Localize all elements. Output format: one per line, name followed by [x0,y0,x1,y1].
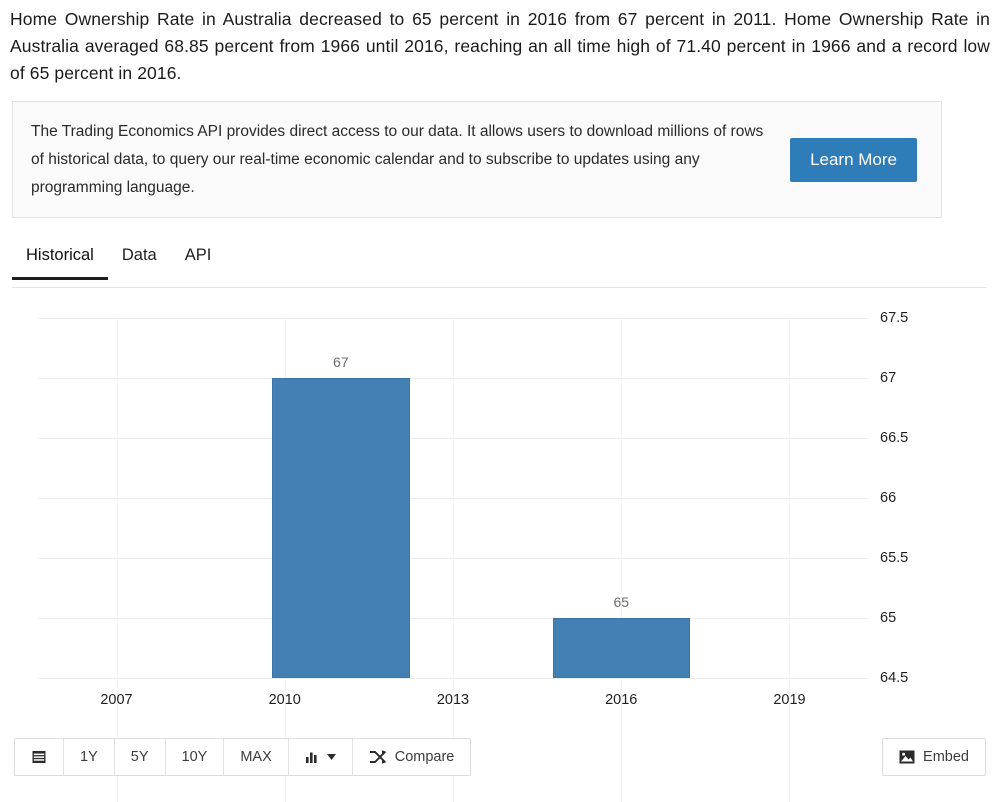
y-tick-label: 65 [880,610,897,626]
x-tick-label: 2007 [100,692,133,708]
range-max-button[interactable]: MAX [224,739,289,775]
x-tick-label: 2019 [773,692,806,708]
y-tick-label: 66.5 [880,430,909,446]
api-promo-text: The Trading Economics API provides direc… [31,122,764,196]
range-5y-button[interactable]: 5Y [114,739,166,775]
y-tick-label: 67.5 [880,310,909,326]
range-10y-button[interactable]: 10Y [165,739,225,775]
compare-button[interactable]: Compare [352,739,471,775]
y-tick-label: 64.5 [880,670,909,686]
calendar-icon [31,749,47,765]
x-tick-label: 2016 [605,692,638,708]
compare-label: Compare [394,749,455,765]
trading-economics-chart-page: Home Ownership Rate in Australia decreas… [0,0,1000,802]
chevron-down-icon [326,754,336,760]
tab-historical[interactable]: Historical [12,246,108,280]
bar-value-label: 65 [613,594,630,610]
api-promo-banner: The Trading Economics API provides direc… [12,101,942,218]
x-tick-label: 2013 [436,692,470,708]
intro-paragraph: Home Ownership Rate in Australia decreas… [10,9,990,83]
y-tick-label: 67 [880,370,897,386]
x-gridline [789,318,791,802]
embed-label: Embed [923,749,969,765]
chart-bar[interactable] [272,378,410,678]
chart-toolbar: 1Y 5Y 10Y MAX Compare [14,738,472,776]
tab-data[interactable]: Data [108,246,171,277]
tab-api[interactable]: API [171,246,226,277]
y-tick-label: 66 [880,490,897,506]
y-tick-label: 65.5 [880,550,909,566]
image-icon [899,750,915,764]
chart-plot-area: 67 65 [38,318,868,802]
tab-bar: Historical Data API [12,246,987,288]
embed-button[interactable]: Embed [882,738,986,776]
x-gridline [453,318,454,802]
chart-type-dropdown[interactable] [288,739,353,775]
learn-more-button[interactable]: Learn More [790,137,917,182]
x-tick-label: 2010 [268,692,301,708]
range-1y-button[interactable]: 1Y [64,739,115,775]
calendar-button[interactable] [15,739,64,775]
shuffle-icon [369,750,387,764]
bar-value-label: 67 [333,354,349,370]
x-gridline [116,318,118,802]
chart-plot-inner: 67 65 [38,318,868,802]
x-gridline [621,318,623,802]
chart-bar[interactable] [552,618,690,678]
historical-chart[interactable]: 67 65 67.5 67 66.5 66 65.5 65 64.5 2007 2010 2013… [12,300,987,802]
bar-chart-icon [305,750,321,764]
